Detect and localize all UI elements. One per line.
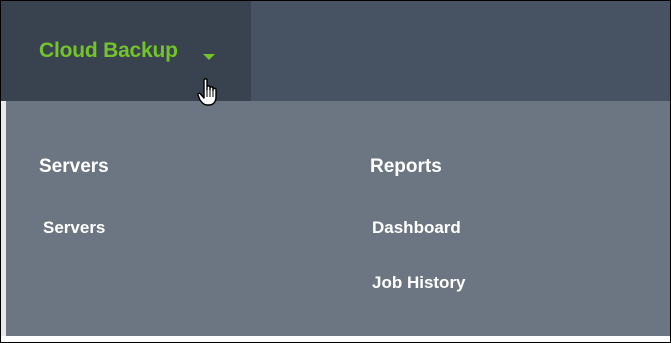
menu-item-servers[interactable]: Servers bbox=[43, 218, 105, 238]
reports-column-heading: Reports bbox=[370, 156, 442, 177]
cloud-backup-dropdown-menu: Servers Servers Reports Dashboard Job Hi… bbox=[6, 101, 670, 336]
top-navbar: Cloud Backup bbox=[1, 1, 670, 101]
menu-item-job-history[interactable]: Job History bbox=[372, 273, 466, 293]
page-bottom-strip bbox=[1, 336, 670, 342]
servers-column-heading: Servers bbox=[39, 156, 109, 177]
hand-pointer-icon bbox=[197, 78, 217, 106]
caret-down-icon[interactable] bbox=[203, 54, 215, 60]
menu-item-dashboard[interactable]: Dashboard bbox=[372, 218, 461, 238]
cloud-backup-menu-label[interactable]: Cloud Backup bbox=[39, 39, 178, 63]
